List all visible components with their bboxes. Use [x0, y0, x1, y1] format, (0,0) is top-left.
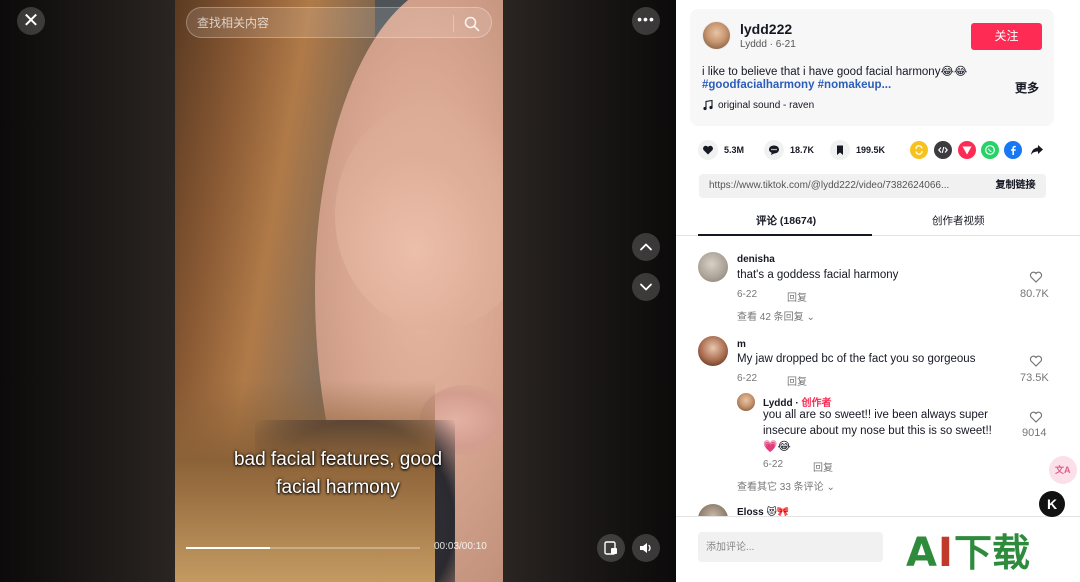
- reply-like-icon[interactable]: [1029, 410, 1043, 424]
- comment-like-icon[interactable]: [1029, 354, 1043, 368]
- backdrop-left: [0, 0, 175, 582]
- comment-bubble-icon: [769, 145, 779, 155]
- author-card: lydd222 Lyddd · 6-21 关注 i like to believ…: [690, 9, 1054, 126]
- repost-icon: [915, 145, 923, 155]
- comment-username[interactable]: Eloss 😻🎀: [737, 507, 789, 516]
- translate-float-button[interactable]: 文A: [1049, 456, 1077, 484]
- translate-icon: 文A: [1055, 465, 1071, 475]
- comment-text: My jaw dropped bc of the fact you so gor…: [737, 353, 976, 365]
- search-input[interactable]: [197, 15, 447, 31]
- comment-like-icon[interactable]: [1029, 270, 1043, 284]
- next-video-button[interactable]: [632, 273, 660, 301]
- send-share-button[interactable]: [958, 141, 976, 159]
- watermark-text: 下载: [954, 531, 1031, 575]
- code-icon: [938, 146, 948, 154]
- comment-date: 6-22: [737, 289, 758, 300]
- reply-button[interactable]: 回复: [787, 289, 807, 304]
- facebook-share-button[interactable]: [1004, 141, 1022, 159]
- comment-like-count: 80.7K: [1020, 288, 1049, 300]
- comment-username[interactable]: m: [737, 339, 746, 350]
- share-arrow-icon: [1031, 145, 1043, 155]
- follow-button[interactable]: 关注: [971, 23, 1042, 50]
- save-button[interactable]: [830, 140, 850, 160]
- watermark-letter-i: I: [938, 530, 953, 576]
- video-caption: bad facial features, good facial harmony: [188, 446, 488, 502]
- chevron-down-icon: [640, 283, 652, 291]
- comment-input[interactable]: [698, 532, 883, 562]
- tiktok-video-page: bad facial features, good facial harmony…: [0, 0, 1080, 582]
- more-options-button[interactable]: •••: [632, 7, 660, 35]
- volume-button[interactable]: [632, 534, 660, 562]
- video-link-box: https://www.tiktok.com/@lydd222/video/73…: [699, 174, 1046, 198]
- comment-button[interactable]: [764, 140, 784, 160]
- author-avatar[interactable]: [702, 21, 731, 50]
- video-url[interactable]: https://www.tiktok.com/@lydd222/video/73…: [709, 180, 979, 191]
- video-pane[interactable]: bad facial features, good facial harmony…: [0, 0, 676, 582]
- comment-list[interactable]: denisha that's a goddess facial harmony …: [676, 236, 1080, 516]
- reply-text-line-3: 💗😂: [763, 441, 791, 453]
- close-button[interactable]: ✕: [17, 7, 45, 35]
- app-logo-float-button[interactable]: K: [1039, 491, 1065, 517]
- author-nickname-date: Lyddd · 6-21: [740, 39, 796, 50]
- search-icon[interactable]: [463, 15, 481, 33]
- whatsapp-icon: [985, 145, 995, 155]
- more-share-button[interactable]: [1028, 141, 1046, 159]
- like-count: 5.3M: [724, 145, 745, 155]
- details-panel: lydd222 Lyddd · 6-21 关注 i like to believ…: [676, 0, 1080, 582]
- comment-username[interactable]: denisha: [737, 254, 775, 265]
- description-more-link[interactable]: 更多: [1015, 79, 1039, 96]
- bookmark-icon: [837, 145, 843, 155]
- heart-icon: [703, 145, 713, 155]
- video-hashtags[interactable]: #goodfacialharmony #nomakeup...: [702, 79, 952, 91]
- reply-button[interactable]: 回复: [787, 373, 807, 388]
- creator-avatar[interactable]: [737, 393, 755, 411]
- facebook-icon: [1011, 145, 1016, 155]
- comment-date: 6-22: [737, 373, 758, 384]
- save-count: 199.5K: [856, 145, 886, 155]
- commenter-avatar[interactable]: [698, 252, 728, 282]
- pip-icon: [604, 541, 617, 555]
- search-box[interactable]: [186, 7, 492, 38]
- comment-like-count: 73.5K: [1020, 372, 1049, 384]
- video-description: i like to believe that i have good facia…: [702, 66, 968, 78]
- ellipsis-icon: •••: [637, 11, 655, 27]
- watermark-letter-a: A: [906, 530, 937, 576]
- author-username[interactable]: lydd222: [740, 21, 792, 37]
- repost-share-button[interactable]: [910, 141, 928, 159]
- like-button[interactable]: [698, 140, 718, 160]
- commenter-avatar[interactable]: [698, 336, 728, 366]
- caption-line-1: bad facial features, good: [233, 449, 443, 470]
- view-replies-link[interactable]: 查看其它 33 条评论 ⌄: [737, 478, 835, 493]
- picture-in-picture-button[interactable]: [597, 534, 625, 562]
- caption-line-2: facial harmony: [276, 477, 400, 498]
- reply-button[interactable]: 回复: [813, 459, 833, 474]
- chevron-up-icon: [640, 243, 652, 251]
- progress-fill: [186, 547, 271, 549]
- progress-bar[interactable]: [186, 547, 420, 549]
- reply-text-line-1: you all are so sweet!! ive been always s…: [763, 409, 989, 421]
- reply-text-line-2: insecure about my nose but this is so sw…: [763, 425, 992, 437]
- music-note-icon: [703, 99, 713, 111]
- search-divider: [453, 15, 454, 32]
- whatsapp-share-button[interactable]: [981, 141, 999, 159]
- comment-tabs: 评论 (18674) 创作者视频: [676, 209, 1080, 236]
- music-title[interactable]: original sound - raven: [718, 100, 814, 111]
- previous-video-button[interactable]: [632, 233, 660, 261]
- embed-share-button[interactable]: [934, 141, 952, 159]
- playback-time: 00:03/00:10: [434, 541, 487, 552]
- paper-plane-icon: [962, 146, 972, 155]
- tab-creator-videos[interactable]: 创作者视频: [932, 213, 985, 228]
- speaker-icon: [640, 543, 651, 553]
- tab-comments[interactable]: 评论 (18674): [756, 213, 816, 228]
- reply-date: 6-22: [763, 459, 784, 470]
- reply-text: you all are so sweet!! ive been always s…: [763, 407, 992, 455]
- close-icon: ✕: [22, 10, 40, 32]
- comment-count: 18.7K: [790, 145, 815, 155]
- copy-link-button[interactable]: 复制链接: [985, 174, 1046, 198]
- comment-text: that's a goddess facial harmony: [737, 269, 899, 281]
- view-replies-link[interactable]: 查看 42 条回复 ⌄: [737, 308, 815, 323]
- reply-like-count: 9014: [1022, 427, 1047, 439]
- commenter-avatar[interactable]: [698, 504, 728, 516]
